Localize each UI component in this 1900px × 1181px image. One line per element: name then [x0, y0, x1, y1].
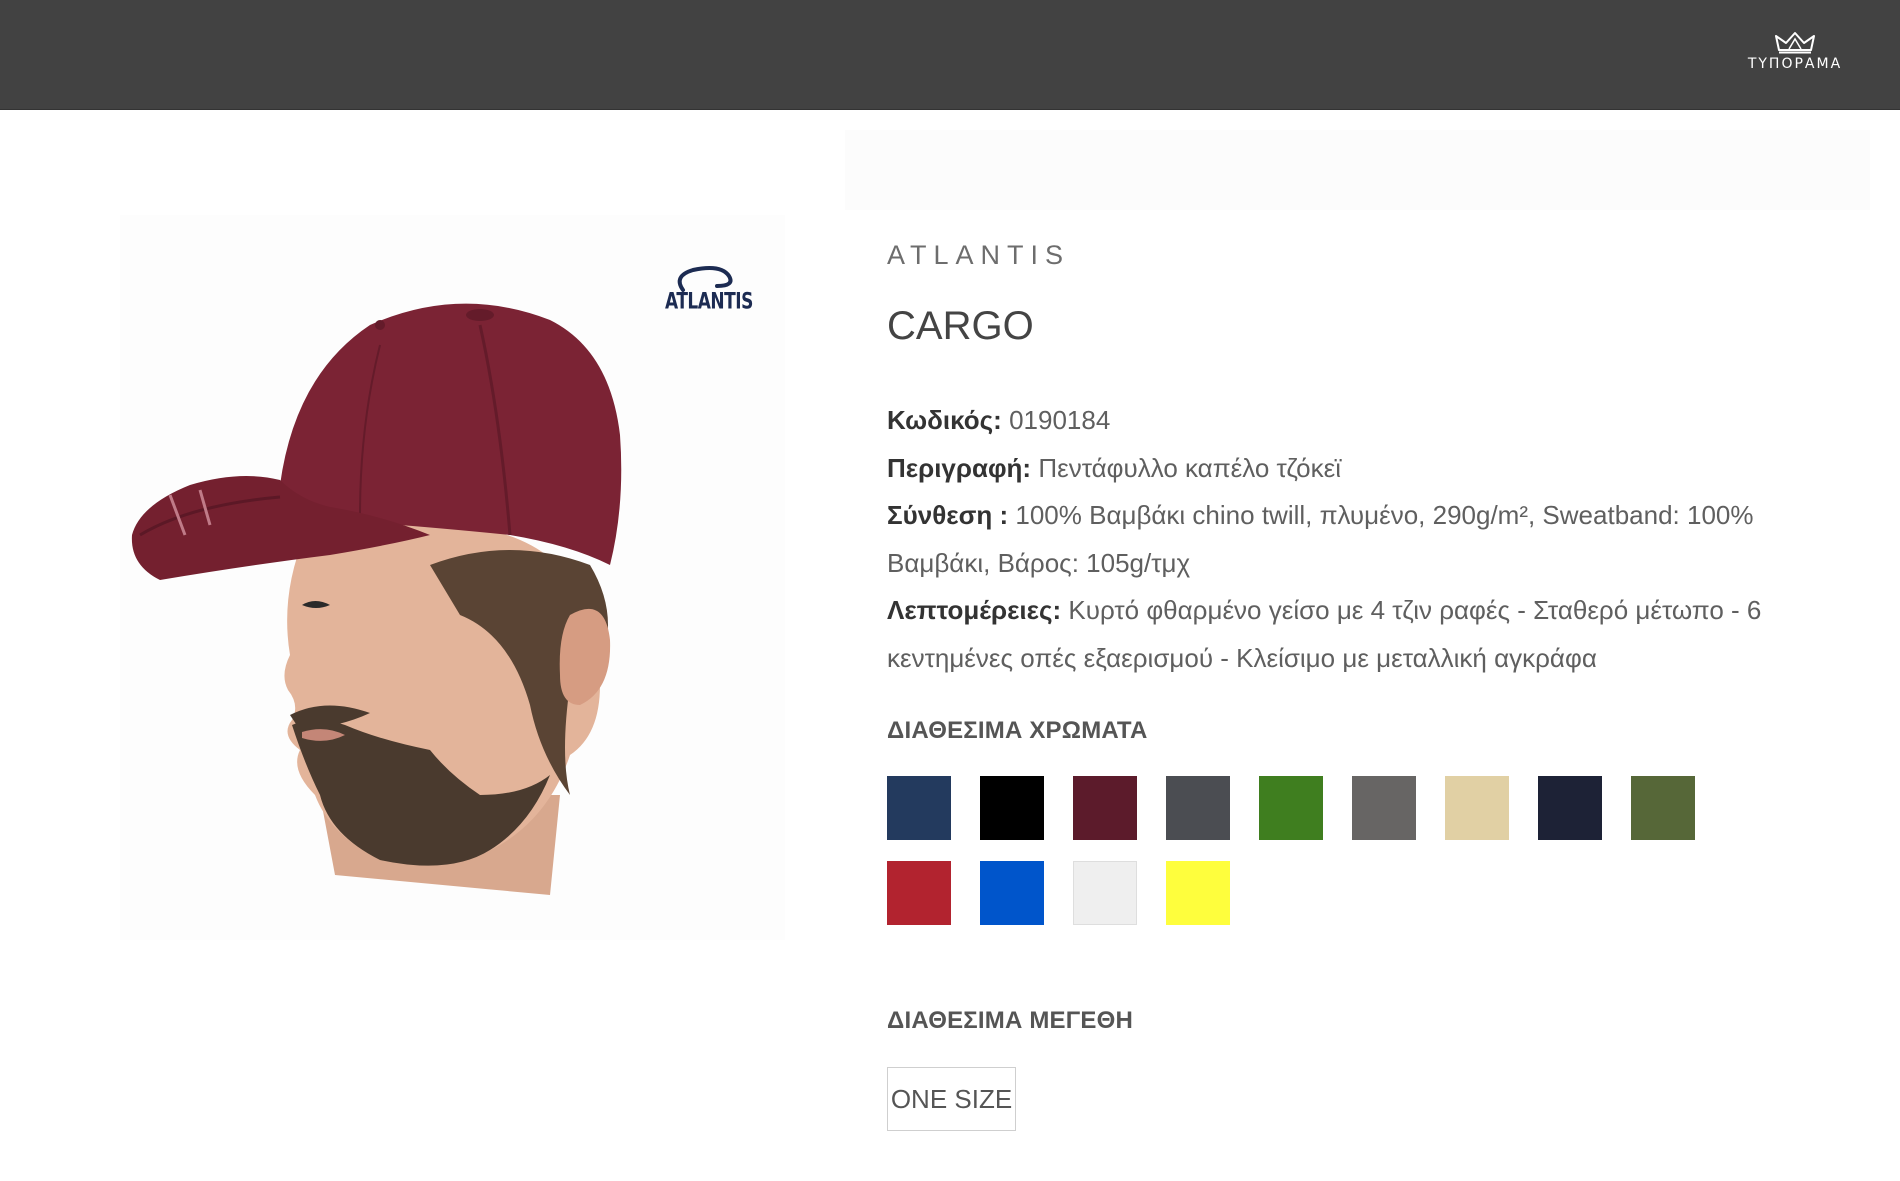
color-swatch[interactable] [1166, 776, 1230, 840]
product-specs: Κωδικός: 0190184 Περιγραφή: Πεντάφυλλο κ… [887, 397, 1807, 682]
product-info: ATLANTIS CARGO Κωδικός: 0190184 Περιγραφ… [887, 240, 1807, 682]
spec-description-label: Περιγραφή: [887, 452, 1032, 483]
color-swatch[interactable] [980, 776, 1044, 840]
available-colors-title: ΔΙΑΘΕΣΙΜΑ ΧΡΩΜΑΤΑ [887, 717, 1148, 744]
spec-code-value: 0190184 [1009, 405, 1111, 435]
color-swatch[interactable] [1538, 776, 1602, 840]
spec-composition-label: Σύνθεση : [887, 500, 1009, 530]
background-band [845, 130, 1870, 210]
color-swatch[interactable] [1631, 776, 1695, 840]
spec-details: Λεπτομέρειες: Κυρτό φθαρμένο γείσο με 4 … [887, 587, 1807, 682]
spec-description-value: Πεντάφυλλο καπέλο τζόκεϊ [1038, 452, 1341, 483]
spec-details-label: Λεπτομέρειες: [887, 595, 1062, 625]
crown-icon [1775, 32, 1815, 54]
spec-composition: Σύνθεση : 100% Βαμβάκι chino twill, πλυμ… [887, 492, 1807, 587]
spec-composition-value: 100% Βαμβάκι chino twill, πλυμένο, 290g/… [887, 500, 1754, 578]
color-swatch[interactable] [887, 776, 951, 840]
logo-text: ΤΥΠΟΡΑΜΑ [1747, 56, 1843, 72]
color-swatch[interactable] [887, 861, 951, 925]
color-swatch[interactable] [1073, 861, 1137, 925]
color-swatch[interactable] [1166, 861, 1230, 925]
color-swatch[interactable] [1352, 776, 1416, 840]
product-photo [131, 303, 622, 895]
size-option-one-size[interactable]: ONE SIZE [887, 1067, 1016, 1131]
top-header-bar: ΤΥΠΟΡΑΜΑ [0, 0, 1900, 110]
color-swatch[interactable] [1259, 776, 1323, 840]
spec-description: Περιγραφή: Πεντάφυλλο καπέλο τζόκεϊ [887, 445, 1807, 493]
spec-code-label: Κωδικός: [887, 405, 1002, 435]
color-swatch[interactable] [1073, 776, 1137, 840]
available-sizes-title: ΔΙΑΘΕΣΙΜΑ ΜΕΓΕΘΗ [887, 1007, 1133, 1034]
product-brand: ATLANTIS [887, 240, 1071, 270]
site-logo[interactable]: ΤΥΠΟΡΑΜΑ [1730, 30, 1860, 80]
color-swatch[interactable] [1445, 776, 1509, 840]
product-image-panel: ATLANTIS [120, 215, 785, 940]
product-title: CARGO [887, 304, 1034, 348]
color-swatch[interactable] [980, 861, 1044, 925]
atlantis-brand-mark: ATLANTIS [665, 260, 755, 330]
spec-code: Κωδικός: 0190184 [887, 397, 1807, 445]
